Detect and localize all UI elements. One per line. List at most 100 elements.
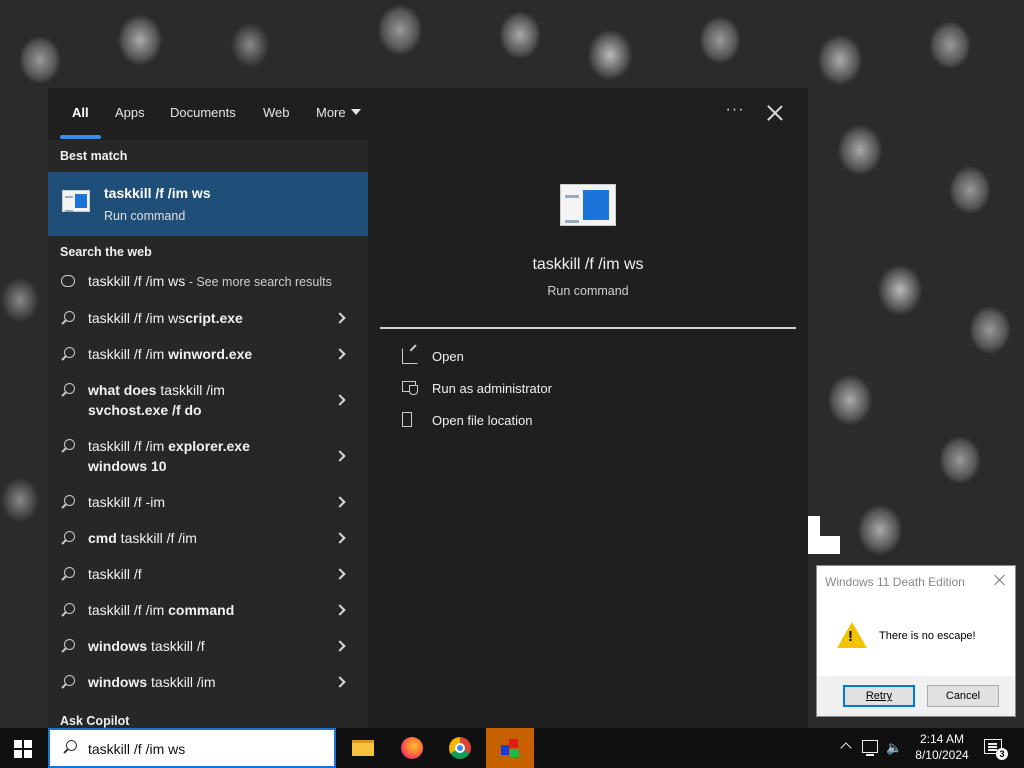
open-icon: [402, 348, 418, 364]
close-icon[interactable]: [993, 573, 1007, 587]
chevron-up-icon[interactable]: [840, 742, 852, 754]
close-icon[interactable]: [764, 102, 786, 124]
result-text-bold: cript.exe: [185, 310, 243, 326]
best-match-subtitle: Run command: [104, 209, 186, 223]
chrome-icon[interactable]: [436, 728, 484, 768]
result-text: taskkill /f: [88, 566, 142, 582]
result-preview: taskkill /f /im ws Run command Open Run …: [380, 152, 796, 728]
result-text-bold: windows: [88, 674, 148, 690]
search-icon: [60, 383, 76, 399]
search-icon: [60, 311, 76, 327]
action-run-as-admin-label: Run as administrator: [432, 381, 552, 396]
chevron-right-icon: [334, 568, 346, 580]
result-text: taskkill /f -im: [88, 494, 165, 510]
result-text-line2: svchost.exe /f do: [88, 402, 202, 418]
result-text-bold: what does: [88, 382, 157, 398]
tab-documents[interactable]: Documents: [170, 105, 236, 120]
result-text: taskkill /f /im: [88, 438, 169, 454]
custom-app-icon[interactable]: [486, 728, 534, 768]
tab-more[interactable]: More: [316, 105, 361, 120]
results-column: Best match taskkill /f /im ws Run comman…: [48, 140, 368, 728]
search-icon: [60, 439, 76, 455]
web-result-7[interactable]: taskkill /f: [48, 556, 368, 592]
web-result-8[interactable]: taskkill /f /im command: [48, 592, 368, 628]
taskbar-search-box[interactable]: [48, 728, 336, 768]
preview-subtitle: Run command: [547, 284, 629, 298]
web-result-10[interactable]: windows taskkill /im: [48, 664, 368, 700]
result-suffix: - See more search results: [185, 275, 332, 289]
search-tabs: All Apps Documents Web More ···: [48, 88, 808, 140]
clock-time: 2:14 AM: [919, 732, 965, 746]
search-icon: [60, 675, 76, 691]
notification-badge: 3: [996, 748, 1008, 760]
web-result-5[interactable]: taskkill /f -im: [48, 484, 368, 520]
result-text: taskkill /im: [147, 674, 216, 690]
cancel-button[interactable]: Cancel: [927, 685, 999, 707]
result-text-bold: explorer.exe: [168, 438, 250, 454]
ellipsis-icon[interactable]: ···: [722, 100, 748, 124]
dialog-message: There is no escape!: [879, 630, 976, 642]
web-result-1[interactable]: taskkill /f /im wscript.exe: [48, 300, 368, 336]
best-match-title: taskkill /f /im ws: [104, 185, 211, 201]
warning-mark-icon: !: [848, 628, 853, 645]
caret-down-icon: [350, 109, 361, 115]
windows-start-icon[interactable]: [14, 740, 32, 758]
shield-icon: [402, 381, 418, 395]
tab-more-label: More: [316, 105, 346, 120]
result-text-bold: command: [168, 602, 235, 618]
search-icon: [60, 347, 76, 363]
result-text-line2: windows 10: [88, 458, 167, 474]
network-icon[interactable]: [862, 740, 878, 756]
action-run-as-admin[interactable]: Run as administrator: [402, 378, 702, 402]
result-text-bold: windows: [88, 638, 148, 654]
result-text: taskkill /f /im ws: [88, 310, 186, 326]
taskbar-clock[interactable]: 2:14 AM 8/10/2024: [904, 731, 980, 763]
retry-button[interactable]: Retry: [843, 685, 915, 707]
taskbar: 🔈 2:14 AM 8/10/2024 3: [0, 728, 1024, 768]
search-icon: [60, 567, 76, 583]
search-icon: [60, 495, 76, 511]
web-result-9[interactable]: windows taskkill /f: [48, 628, 368, 664]
tab-web[interactable]: Web: [263, 105, 290, 120]
action-open-label: Open: [432, 349, 464, 364]
web-result-6[interactable]: cmd taskkill /f /im: [48, 520, 368, 556]
action-open-file-location[interactable]: Open file location: [402, 410, 702, 434]
result-text: taskkill /f /im ws: [88, 273, 186, 289]
web-result-2[interactable]: taskkill /f /im winword.exe: [48, 336, 368, 372]
result-text-bold: cmd: [88, 530, 117, 546]
best-match-item[interactable]: taskkill /f /im ws Run command: [48, 172, 368, 236]
action-open[interactable]: Open: [402, 346, 702, 370]
result-text-bold: winword.exe: [168, 346, 253, 362]
result-text: taskkill /f: [147, 638, 205, 654]
web-result-4[interactable]: taskkill /f /im explorer.exe windows 10: [48, 428, 368, 484]
tab-all[interactable]: All: [72, 105, 89, 120]
best-match-header: Best match: [60, 149, 128, 163]
search-web-header: Search the web: [60, 245, 152, 259]
result-text: taskkill /f /im: [116, 530, 197, 546]
preview-title: taskkill /f /im ws: [532, 256, 644, 273]
chevron-right-icon: [334, 640, 346, 652]
taskbar-search-input[interactable]: [88, 739, 328, 759]
dialog-title: Windows 11 Death Edition: [825, 575, 965, 589]
chevron-right-icon: [334, 496, 346, 508]
search-icon: [60, 531, 76, 547]
chevron-right-icon: [334, 348, 346, 360]
active-tab-indicator: [60, 135, 101, 139]
result-text: taskkill /f /im: [88, 602, 169, 618]
ask-copilot-header: Ask Copilot: [60, 714, 130, 728]
file-explorer-icon[interactable]: [338, 728, 386, 768]
chevron-right-icon: [334, 450, 346, 462]
chat-icon: [60, 274, 76, 290]
dialog-ghost-artifact: [808, 516, 840, 554]
firefox-icon[interactable]: [388, 728, 436, 768]
result-text: taskkill /im: [156, 382, 225, 398]
tab-apps[interactable]: Apps: [115, 105, 145, 120]
chevron-right-icon: [334, 604, 346, 616]
web-result-0[interactable]: taskkill /f /im ws - See more search res…: [48, 264, 368, 300]
volume-icon[interactable]: 🔈: [886, 741, 902, 755]
retry-button-label: Retry: [865, 690, 893, 702]
dialog-footer: Retry Cancel: [817, 676, 1015, 716]
web-result-3[interactable]: what does taskkill /im svchost.exe /f do: [48, 372, 368, 428]
chevron-right-icon: [334, 532, 346, 544]
chevron-right-icon: [334, 312, 346, 324]
